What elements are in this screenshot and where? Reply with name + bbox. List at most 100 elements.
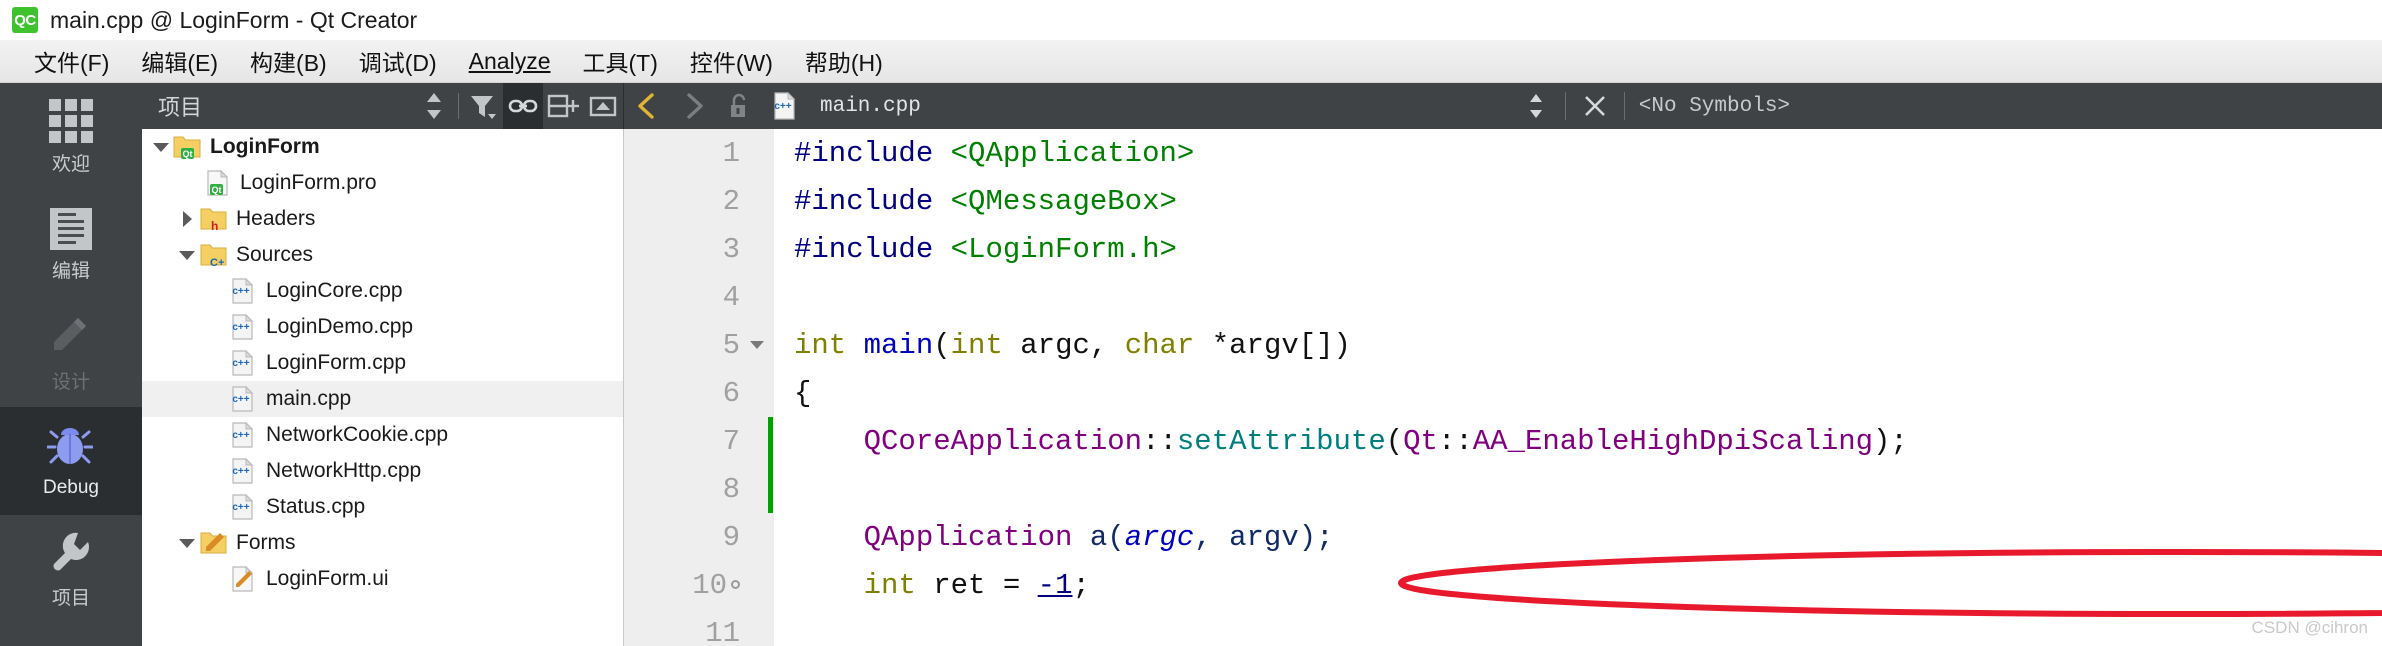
code-line[interactable]: 11 [624, 609, 2382, 646]
menu-tools[interactable]: 工具(T) [566, 44, 673, 78]
svg-text:c++: c++ [232, 430, 249, 441]
ui-folder-icon [198, 528, 228, 558]
svg-text:Qt: Qt [183, 149, 193, 159]
code-line[interactable]: 7 QCoreApplication::setAttribute(Qt::AA_… [624, 417, 2382, 465]
code-token: :: [1142, 424, 1177, 458]
code-line[interactable]: 1 #include <QApplication> [624, 129, 2382, 177]
filter-icon[interactable] [463, 83, 503, 129]
fold-toggle-icon[interactable] [740, 341, 774, 349]
code-line[interactable]: 4 [624, 273, 2382, 321]
tree-label: Forms [236, 531, 296, 554]
code-token: , [1194, 520, 1230, 554]
chevron-down-icon[interactable] [150, 129, 172, 165]
code-text[interactable]: #include <QMessageBox> [774, 185, 1177, 218]
tree-item-headers[interactable]: h Headers [142, 201, 623, 237]
code-text[interactable]: #include <LoginForm.h> [774, 233, 1177, 266]
menu-analyze[interactable]: Analyze [453, 48, 567, 75]
tree-item-loginform-cpp[interactable]: c++ LoginForm.cpp [142, 345, 623, 381]
editor-toolbar: c++ main.cpp <No Symbols> [624, 83, 2382, 129]
code-text[interactable]: #include <QApplication> [774, 137, 1194, 170]
project-tree[interactable]: Qt LoginForm Qt LoginForm.pro h Headers … [142, 129, 624, 646]
chevron-down-icon[interactable] [176, 237, 198, 273]
tree-item-logincore-cpp[interactable]: c++ LoginCore.cpp [142, 273, 623, 309]
code-text[interactable]: int main(int argc, char *argv[]) [774, 329, 1351, 362]
tree-label: NetworkCookie.cpp [266, 423, 449, 446]
line-number: 5 [722, 328, 740, 362]
symbol-selector[interactable]: <No Symbols> [1639, 95, 1790, 118]
ui-file-icon [228, 564, 258, 594]
svg-text:c++: c++ [232, 286, 249, 297]
code-token: { [794, 376, 812, 410]
line-number: 9 [722, 520, 740, 554]
code-text[interactable]: int ret = -1; [774, 569, 1090, 602]
code-text[interactable]: { [774, 377, 811, 410]
toolbar-separator [458, 93, 459, 119]
code-area[interactable]: 1 #include <QApplication> 2 #include <QMess… [624, 129, 2382, 646]
activity-item-projects[interactable]: 项目 [0, 515, 142, 623]
tree-item-logindemo-cpp[interactable]: c++ LoginDemo.cpp [142, 309, 623, 345]
menu-bar: 文件(F) 编辑(E) 构建(B) 调试(D) Analyze 工具(T) 控件… [0, 40, 2382, 83]
code-line[interactable]: 10 int ret = -1; [624, 561, 2382, 609]
tree-item-status-cpp[interactable]: c++ Status.cpp [142, 489, 623, 525]
menu-help[interactable]: 帮助(H) [789, 44, 899, 78]
chevron-right-icon[interactable] [176, 201, 198, 237]
code-line[interactable]: 9 QApplication a(argc, argv); [624, 513, 2382, 561]
tree-item-networkcookie-cpp[interactable]: c++ NetworkCookie.cpp [142, 417, 623, 453]
menu-build[interactable]: 构建(B) [234, 44, 343, 78]
tree-item-sources[interactable]: C+ Sources [142, 237, 623, 273]
line-number: 8 [722, 472, 740, 506]
activity-item-design[interactable]: 设计 [0, 299, 142, 407]
code-line[interactable]: 5 int main(int argc, char *argv[]) [624, 321, 2382, 369]
code-line[interactable]: 2 #include <QMessageBox> [624, 177, 2382, 225]
link-icon[interactable] [503, 83, 543, 129]
activity-bar: 欢迎 编辑 设计 Debug 项目 [0, 83, 142, 646]
svg-text:c++: c++ [232, 322, 249, 333]
code-token: Qt [1403, 424, 1438, 458]
code-line[interactable]: 3 #include <LoginForm.h> [624, 225, 2382, 273]
tree-label: Sources [236, 243, 314, 266]
menu-file[interactable]: 文件(F) [18, 44, 125, 78]
tree-item-loginform-ui[interactable]: LoginForm.ui [142, 561, 623, 597]
menu-debug[interactable]: 调试(D) [343, 44, 453, 78]
pencil-icon [47, 313, 95, 361]
code-line[interactable]: 8 [624, 465, 2382, 513]
code-token: ( [933, 328, 951, 362]
menu-widgets[interactable]: 控件(W) [674, 44, 789, 78]
menu-edit[interactable]: 编辑(E) [125, 44, 234, 78]
tree-item-forms[interactable]: Forms [142, 525, 623, 561]
chevron-down-icon[interactable] [176, 525, 198, 561]
close-icon[interactable] [1572, 83, 1618, 129]
code-line[interactable]: 6{ [624, 369, 2382, 417]
activity-item-edit[interactable]: 编辑 [0, 191, 142, 299]
tree-label: LoginDemo.cpp [266, 315, 414, 338]
code-token: ret = [915, 568, 1038, 602]
activity-label-welcome: 欢迎 [51, 153, 90, 175]
activity-item-debug[interactable]: Debug [0, 407, 142, 515]
collapse-icon[interactable] [583, 83, 623, 129]
qt-creator-icon: QC [12, 7, 38, 33]
stepper-updown-icon[interactable] [414, 83, 454, 129]
cpp-file-icon: c++ [228, 348, 258, 378]
split-add-icon[interactable] [543, 83, 583, 129]
tree-label: LoginCore.cpp [266, 279, 403, 302]
code-editor[interactable]: 1 #include <QApplication> 2 #include <QMess… [624, 129, 2382, 646]
editor-filename[interactable]: main.cpp [820, 95, 921, 118]
code-token: QCoreApplication [863, 424, 1143, 458]
activity-item-welcome[interactable]: 欢迎 [0, 83, 142, 191]
chevron-right-icon[interactable] [670, 83, 716, 129]
tree-item-loginform[interactable]: Qt LoginForm [142, 129, 623, 165]
code-text[interactable]: QApplication a(argc, argv); [774, 521, 1334, 554]
tree-item-main-cpp[interactable]: c++ main.cpp [142, 381, 623, 417]
code-text[interactable]: QCoreApplication::setAttribute(Qt::AA_En… [774, 425, 1908, 458]
tree-item-networkhttp-cpp[interactable]: c++ NetworkHttp.cpp [142, 453, 623, 489]
chevron-left-icon[interactable] [624, 83, 670, 129]
cpp-file-icon: c++ [762, 83, 808, 129]
tree-item-loginform-pro[interactable]: Qt LoginForm.pro [142, 165, 623, 201]
unlock-icon[interactable] [716, 83, 762, 129]
breakpoint-marker-icon[interactable] [731, 580, 740, 590]
stepper-updown-icon[interactable] [1513, 83, 1559, 129]
title-bar: QC main.cpp @ LoginForm - Qt Creator [0, 0, 2382, 40]
svg-text:c++: c++ [232, 466, 249, 477]
tree-label: Headers [236, 207, 316, 230]
tree-label: LoginForm [210, 135, 320, 158]
